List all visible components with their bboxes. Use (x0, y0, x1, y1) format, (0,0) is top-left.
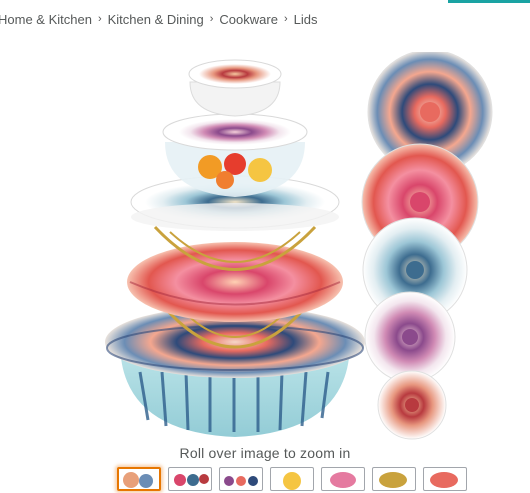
zoom-hint-text: Roll over image to zoom in (179, 445, 351, 461)
fabric-cover-circles (361, 52, 493, 440)
stacked-bowls (105, 59, 365, 437)
thumbnail-3[interactable] (219, 467, 263, 491)
thumbnail-5[interactable] (321, 467, 365, 491)
thumbnail-1[interactable] (117, 467, 161, 491)
breadcrumb-home-kitchen[interactable]: Home & Kitchen (0, 12, 92, 27)
product-photo (105, 52, 493, 440)
breadcrumb: Home & Kitchen › Kitchen & Dining › Cook… (0, 10, 317, 28)
breadcrumb-cookware[interactable]: Cookware (219, 12, 278, 27)
breadcrumb-kitchen-dining[interactable]: Kitchen & Dining (108, 12, 204, 27)
breadcrumb-lids[interactable]: Lids (294, 12, 318, 27)
thumbnail-strip (117, 467, 467, 493)
thumbnail-2[interactable] (168, 467, 212, 491)
thumbnail-4[interactable] (270, 467, 314, 491)
top-accent-bar (448, 0, 530, 3)
breadcrumb-separator: › (209, 13, 214, 25)
breadcrumb-separator: › (283, 13, 288, 25)
breadcrumb-separator: › (97, 13, 102, 25)
product-main-image[interactable] (100, 52, 500, 442)
thumbnail-7[interactable] (423, 467, 467, 491)
thumbnail-6[interactable] (372, 467, 416, 491)
